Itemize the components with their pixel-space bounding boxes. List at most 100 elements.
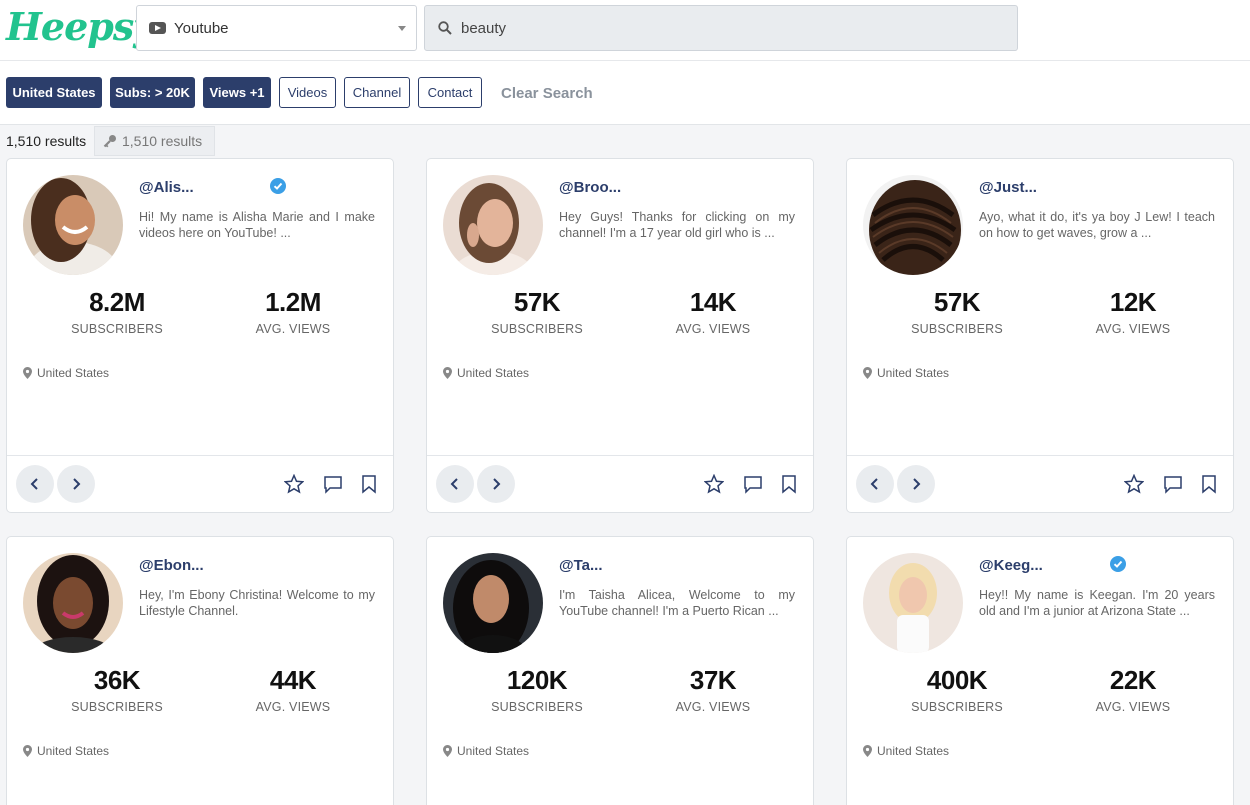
key-icon [103,135,116,148]
location-pin-icon [443,745,452,757]
chevron-left-icon [870,478,878,490]
influencer-card[interactable]: @Ta... I'm Taisha Alicea, Welcome to my … [426,536,814,805]
comment-icon[interactable] [323,474,343,494]
avg-views-label: AVG. VIEWS [255,322,331,336]
filter-subs-chip[interactable]: Subs: > 20K [110,77,195,108]
avg-views-label: AVG. VIEWS [1095,700,1171,714]
star-icon[interactable] [1124,474,1144,494]
card-handle[interactable]: @Ebon... [139,557,204,574]
card-bio: Ayo, what it do, it's ya boy J Lew! I te… [979,210,1215,240]
avg-views-stat: 37K AVG. VIEWS [633,665,793,714]
card-footer [7,455,393,512]
prev-button[interactable] [436,465,474,503]
avg-views-value: 14K [689,287,737,317]
card-location-label: United States [37,744,110,758]
influencer-card[interactable]: @Just... Ayo, what it do, it's ya boy J … [846,158,1234,513]
subscribers-value: 57K [933,287,981,317]
chevron-right-icon [493,478,501,490]
prev-button[interactable] [16,465,54,503]
card-handle[interactable]: @Keeg... [979,557,1043,574]
card-handle[interactable]: @Broo... [559,179,621,196]
search-icon [438,21,452,35]
card-location: United States [443,744,529,758]
card-location-label: United States [457,366,530,380]
card-location-label: United States [877,744,950,758]
star-icon[interactable] [284,474,304,494]
avg-views-label: AVG. VIEWS [675,322,751,336]
avatar[interactable] [23,175,123,275]
filter-views-chip[interactable]: Views +1 [203,77,271,108]
filter-bar: United States Subs: > 20K Views +1 Video… [0,61,1250,125]
card-location-label: United States [37,366,110,380]
card-handle[interactable]: @Alis... [139,179,194,196]
subscribers-value: 8.2M [89,287,145,317]
card-footer [847,455,1233,512]
avg-views-stat: 22K AVG. VIEWS [1053,665,1213,714]
star-icon[interactable] [704,474,724,494]
filter-videos-chip[interactable]: Videos [279,77,336,108]
influencer-card[interactable]: @Ebon... Hey, I'm Ebony Christina! Welco… [6,536,394,805]
subscribers-label: SUBSCRIBERS [71,700,163,714]
card-location: United States [23,744,109,758]
avg-views-stat: 12K AVG. VIEWS [1053,287,1213,336]
card-location: United States [23,366,109,380]
search-input[interactable] [461,19,981,37]
subscribers-stat: 120K SUBSCRIBERS [457,665,617,714]
card-handle[interactable]: @Ta... [559,557,603,574]
card-location-label: United States [877,366,950,380]
next-button[interactable] [57,465,95,503]
location-pin-icon [23,745,32,757]
influencer-card[interactable]: @Alis... Hi! My name is Alisha Marie and… [6,158,394,513]
locked-results-badge[interactable]: 1,510 results [94,126,215,156]
verified-badge-icon [1110,556,1126,572]
card-bio: Hey!! My name is Keegan. I'm 20 years ol… [979,588,1215,618]
card-bio: I'm Taisha Alicea, Welcome to my YouTube… [559,588,795,618]
next-button[interactable] [477,465,515,503]
filter-channel-chip[interactable]: Channel [344,77,410,108]
avg-views-value: 44K [269,665,317,695]
influencer-card[interactable]: @Keeg... Hey!! My name is Keegan. I'm 20… [846,536,1234,805]
subscribers-label: SUBSCRIBERS [491,700,583,714]
subscribers-value: 57K [513,287,561,317]
chevron-left-icon [30,478,38,490]
comment-icon[interactable] [1163,474,1183,494]
avg-views-label: AVG. VIEWS [1095,322,1171,336]
card-handle[interactable]: @Just... [979,179,1037,196]
card-location: United States [863,366,949,380]
bookmark-icon[interactable] [359,474,379,494]
subscribers-stat: 57K SUBSCRIBERS [457,287,617,336]
filter-contact-chip[interactable]: Contact [418,77,482,108]
clear-search-link[interactable]: Clear Search [501,85,593,102]
next-button[interactable] [897,465,935,503]
card-footer [427,455,813,512]
avatar[interactable] [443,175,543,275]
heepsy-logo[interactable]: Heepsy [6,4,155,49]
search-box[interactable] [424,5,1018,51]
subscribers-label: SUBSCRIBERS [71,322,163,336]
avatar[interactable] [443,553,543,653]
card-location: United States [863,744,949,758]
bookmark-icon[interactable] [1199,474,1219,494]
avg-views-label: AVG. VIEWS [255,700,331,714]
platform-select[interactable]: Youtube [136,5,417,51]
youtube-icon [149,22,166,34]
bookmark-icon[interactable] [779,474,799,494]
prev-button[interactable] [856,465,894,503]
location-pin-icon [863,367,872,379]
subscribers-value: 400K [926,665,988,695]
subscribers-stat: 400K SUBSCRIBERS [877,665,1037,714]
card-bio: Hi! My name is Alisha Marie and I make v… [139,210,375,240]
influencer-card[interactable]: @Broo... Hey Guys! Thanks for clicking o… [426,158,814,513]
avg-views-value: 1.2M [265,287,321,317]
avg-views-stat: 14K AVG. VIEWS [633,287,793,336]
comment-icon[interactable] [743,474,763,494]
chevron-right-icon [913,478,921,490]
chevron-right-icon [73,478,81,490]
avatar[interactable] [23,553,123,653]
filter-country-chip[interactable]: United States [6,77,102,108]
avatar[interactable] [863,175,963,275]
card-bio: Hey, I'm Ebony Christina! Welcome to my … [139,588,375,618]
subscribers-label: SUBSCRIBERS [491,322,583,336]
card-bio: Hey Guys! Thanks for clicking on my chan… [559,210,795,240]
avatar[interactable] [863,553,963,653]
